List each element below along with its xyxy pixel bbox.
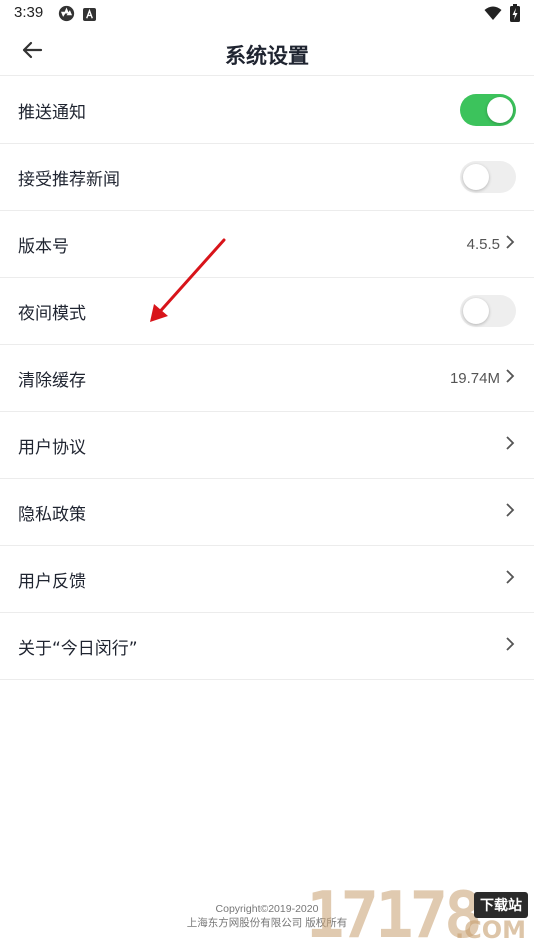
setting-night-mode[interactable]: 夜间模式 xyxy=(0,278,534,345)
battery-charging-icon xyxy=(510,4,520,26)
chevron-right-icon xyxy=(504,636,516,656)
setting-label: 推送通知 xyxy=(18,102,86,123)
version-value: 4.5.5 xyxy=(466,235,500,253)
setting-recommended-news[interactable]: 接受推荐新闻 xyxy=(0,144,534,211)
a-square-icon xyxy=(83,6,96,25)
push-notifications-toggle[interactable] xyxy=(460,94,516,126)
night-mode-toggle[interactable] xyxy=(460,295,516,327)
page-title: 系统设置 xyxy=(225,44,309,68)
app-bar: 系统设置 xyxy=(0,28,534,76)
watermark: 17178 下载站 .COM xyxy=(300,882,534,950)
setting-push-notifications[interactable]: 推送通知 xyxy=(0,77,534,144)
setting-user-feedback[interactable]: 用户反馈 xyxy=(0,546,534,613)
chevron-right-icon xyxy=(504,569,516,589)
toggle-knob xyxy=(463,298,489,324)
toggle-knob xyxy=(487,97,513,123)
setting-label: 隐私政策 xyxy=(18,504,86,525)
toggle-knob xyxy=(463,164,489,190)
aperture-icon xyxy=(58,5,75,26)
setting-user-agreement[interactable]: 用户协议 xyxy=(0,412,534,479)
watermark-domain: .COM xyxy=(454,916,526,944)
status-bar: 3:39 xyxy=(0,0,534,28)
chevron-right-icon xyxy=(504,502,516,522)
setting-privacy-policy[interactable]: 隐私政策 xyxy=(0,479,534,546)
watermark-digits: 17178 xyxy=(306,879,483,950)
setting-label: 清除缓存 xyxy=(18,370,86,391)
setting-clear-cache[interactable]: 清除缓存 19.74M xyxy=(0,345,534,412)
setting-version[interactable]: 版本号 4.5.5 xyxy=(0,211,534,278)
setting-label: 版本号 xyxy=(18,236,69,257)
wifi-icon xyxy=(484,6,502,25)
chevron-right-icon xyxy=(504,435,516,455)
chevron-right-icon xyxy=(504,234,516,254)
recommended-news-toggle[interactable] xyxy=(460,161,516,193)
watermark-badge: 下载站 xyxy=(474,892,528,918)
setting-label: 接受推荐新闻 xyxy=(18,169,120,190)
setting-label: 用户反馈 xyxy=(18,571,86,592)
setting-label: 用户协议 xyxy=(18,437,86,458)
settings-list: 推送通知 接受推荐新闻 版本号 4.5.5 夜间模式 清除缓存 19.74M 用… xyxy=(0,77,534,680)
cache-size-value: 19.74M xyxy=(449,369,500,387)
setting-label: 关于“今日闵行” xyxy=(18,638,138,659)
chevron-right-icon xyxy=(504,368,516,388)
status-time: 3:39 xyxy=(14,4,44,21)
setting-about[interactable]: 关于“今日闵行” xyxy=(0,613,534,680)
setting-label: 夜间模式 xyxy=(18,303,86,324)
